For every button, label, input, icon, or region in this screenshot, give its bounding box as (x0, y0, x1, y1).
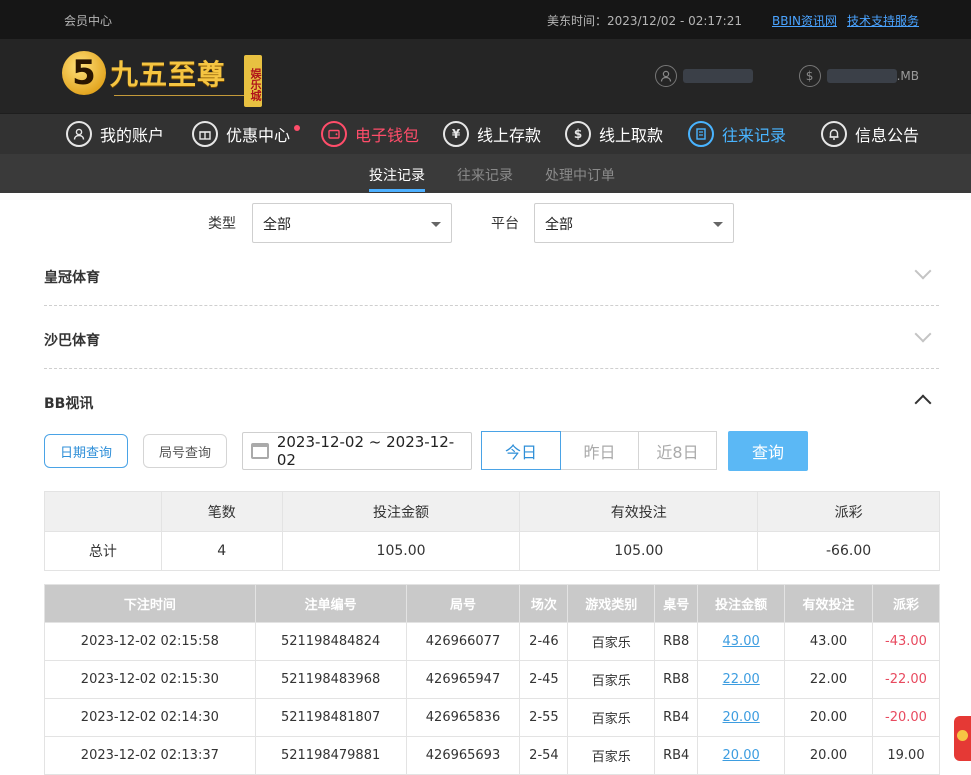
active-tab-indicator (369, 189, 425, 192)
column-header: 注单编号 (254, 584, 407, 623)
account-name (654, 65, 753, 87)
date-range-picker[interactable]: 2023-12-02 ~ 2023-12-02 (242, 432, 472, 470)
nav-records[interactable]: 往来记录 (688, 119, 786, 149)
table-row: 2023-12-02 02:13:37 521198479881 4269656… (44, 736, 941, 775)
sub-nav: 投注记录 往来记录 处理中订单 (0, 154, 971, 193)
balance-masked (826, 69, 897, 83)
chevron-down-icon (914, 262, 932, 280)
summary-header: 投注金额 (281, 491, 521, 532)
summary-header: 笔数 (160, 491, 283, 532)
yesterday-button[interactable]: 昨日 (560, 431, 639, 470)
user-icon (66, 121, 92, 147)
red-packet-icon[interactable] (954, 716, 971, 761)
summary-header (44, 491, 162, 532)
bet-amount-link[interactable]: 20.00 (697, 698, 786, 737)
bet-amount-link[interactable]: 43.00 (697, 622, 786, 661)
withdraw-icon: $ (565, 121, 591, 147)
platform-label: 平台 (491, 216, 519, 232)
caret-down-icon (431, 222, 441, 227)
user-info: $ .MB (654, 65, 919, 87)
date-preset-group: 今日 昨日 近8日 (481, 431, 717, 470)
column-header: 下注时间 (44, 584, 256, 623)
top-bar: 会员中心 美东时间：2023/12/02 - 02:17:21 BBIN资讯网 … (0, 0, 971, 39)
member-center-label[interactable]: 会员中心 (64, 12, 112, 29)
deposit-icon: ¥ (443, 121, 469, 147)
round-query-button[interactable]: 局号查询 (143, 434, 227, 468)
nav-promotions[interactable]: 优惠中心 (192, 119, 301, 149)
type-label: 类型 (208, 216, 236, 232)
user-icon (654, 65, 677, 87)
bell-icon (821, 121, 847, 147)
logo-swirl-icon (114, 95, 244, 101)
support-link[interactable]: 技术支持服务 (847, 12, 919, 29)
chevron-down-icon (914, 325, 932, 343)
account-name-masked (682, 69, 753, 83)
dollar-icon: $ (798, 65, 821, 87)
caret-down-icon (713, 222, 723, 227)
column-header: 局号 (405, 584, 521, 623)
summary-header: 有效投注 (519, 491, 759, 532)
section-crown-sports[interactable]: 皇冠体育 (44, 243, 939, 306)
column-header: 有效投注 (784, 584, 873, 623)
bet-details-table: 下注时间 注单编号 局号 场次 游戏类别 桌号 投注金额 有效投注 派彩 202… (44, 584, 941, 775)
column-header: 桌号 (654, 584, 699, 623)
search-button[interactable]: 查询 (728, 431, 808, 471)
balance-suffix: .MB (896, 69, 919, 83)
type-select[interactable]: 全部 (252, 203, 452, 243)
today-button[interactable]: 今日 (481, 431, 561, 470)
bet-amount-link[interactable]: 20.00 (697, 736, 786, 775)
platform-select[interactable]: 全部 (534, 203, 734, 243)
account-balance: $ .MB (798, 65, 919, 87)
nav-announcements[interactable]: 信息公告 (821, 119, 919, 149)
server-time: 美东时间：2023/12/02 - 02:17:21 (546, 14, 742, 28)
tab-bet-records[interactable]: 投注记录 (369, 165, 425, 185)
chevron-up-icon (914, 394, 932, 412)
column-header: 游戏类别 (567, 584, 656, 623)
summary-table: 笔数 投注金额 有效投注 派彩 总计 4 105.00 105.00 -66.0… (44, 491, 940, 571)
records-icon (688, 121, 714, 147)
bet-amount-link[interactable]: 22.00 (697, 660, 786, 699)
section-bb-live[interactable]: BB视讯 (44, 369, 939, 432)
logo-five-icon: 5 (62, 51, 106, 95)
column-header: 投注金额 (697, 584, 786, 623)
tab-pending-orders[interactable]: 处理中订单 (545, 165, 615, 185)
calendar-icon (251, 443, 269, 459)
nav-deposit[interactable]: ¥ 线上存款 (443, 119, 541, 149)
section-saba-sports[interactable]: 沙巴体育 (44, 306, 939, 369)
logo-badge: 娱乐城 (244, 55, 262, 107)
table-row: 2023-12-02 02:14:30 521198481807 4269658… (44, 698, 941, 737)
top-bar-right: 美东时间：2023/12/02 - 02:17:21 BBIN资讯网 技术支持服… (547, 12, 919, 29)
nav-my-account[interactable]: 我的账户 (66, 119, 164, 149)
wallet-icon (321, 121, 347, 147)
logo-name: 九五至尊 (110, 58, 227, 91)
tab-transaction-records[interactable]: 往来记录 (457, 165, 513, 185)
logo[interactable]: 5 九五至尊 娱乐城 (62, 47, 266, 107)
date-query-button[interactable]: 日期查询 (44, 434, 128, 468)
last-8-days-button[interactable]: 近8日 (638, 431, 717, 470)
gift-icon (192, 121, 218, 147)
header: 5 九五至尊 娱乐城 $ .MB (0, 39, 971, 113)
nav-withdraw[interactable]: $ 线上取款 (565, 119, 663, 149)
column-header: 场次 (519, 584, 569, 623)
summary-header: 派彩 (757, 491, 940, 532)
notification-dot (294, 125, 301, 131)
table-row: 2023-12-02 02:15:58 521198484824 4269660… (44, 622, 941, 661)
table-row: 2023-12-02 02:15:30 521198483968 4269659… (44, 660, 941, 699)
summary-row: 总计 4 105.00 105.00 -66.00 (44, 531, 940, 571)
main-nav: 我的账户 优惠中心 电子钱包 ¥ 线上存款 $ 线上取款 往来记录 信息公告 (0, 113, 971, 154)
news-link[interactable]: BBIN资讯网 (772, 12, 837, 29)
nav-e-wallet[interactable]: 电子钱包 (321, 119, 419, 149)
column-header: 派彩 (871, 584, 941, 623)
